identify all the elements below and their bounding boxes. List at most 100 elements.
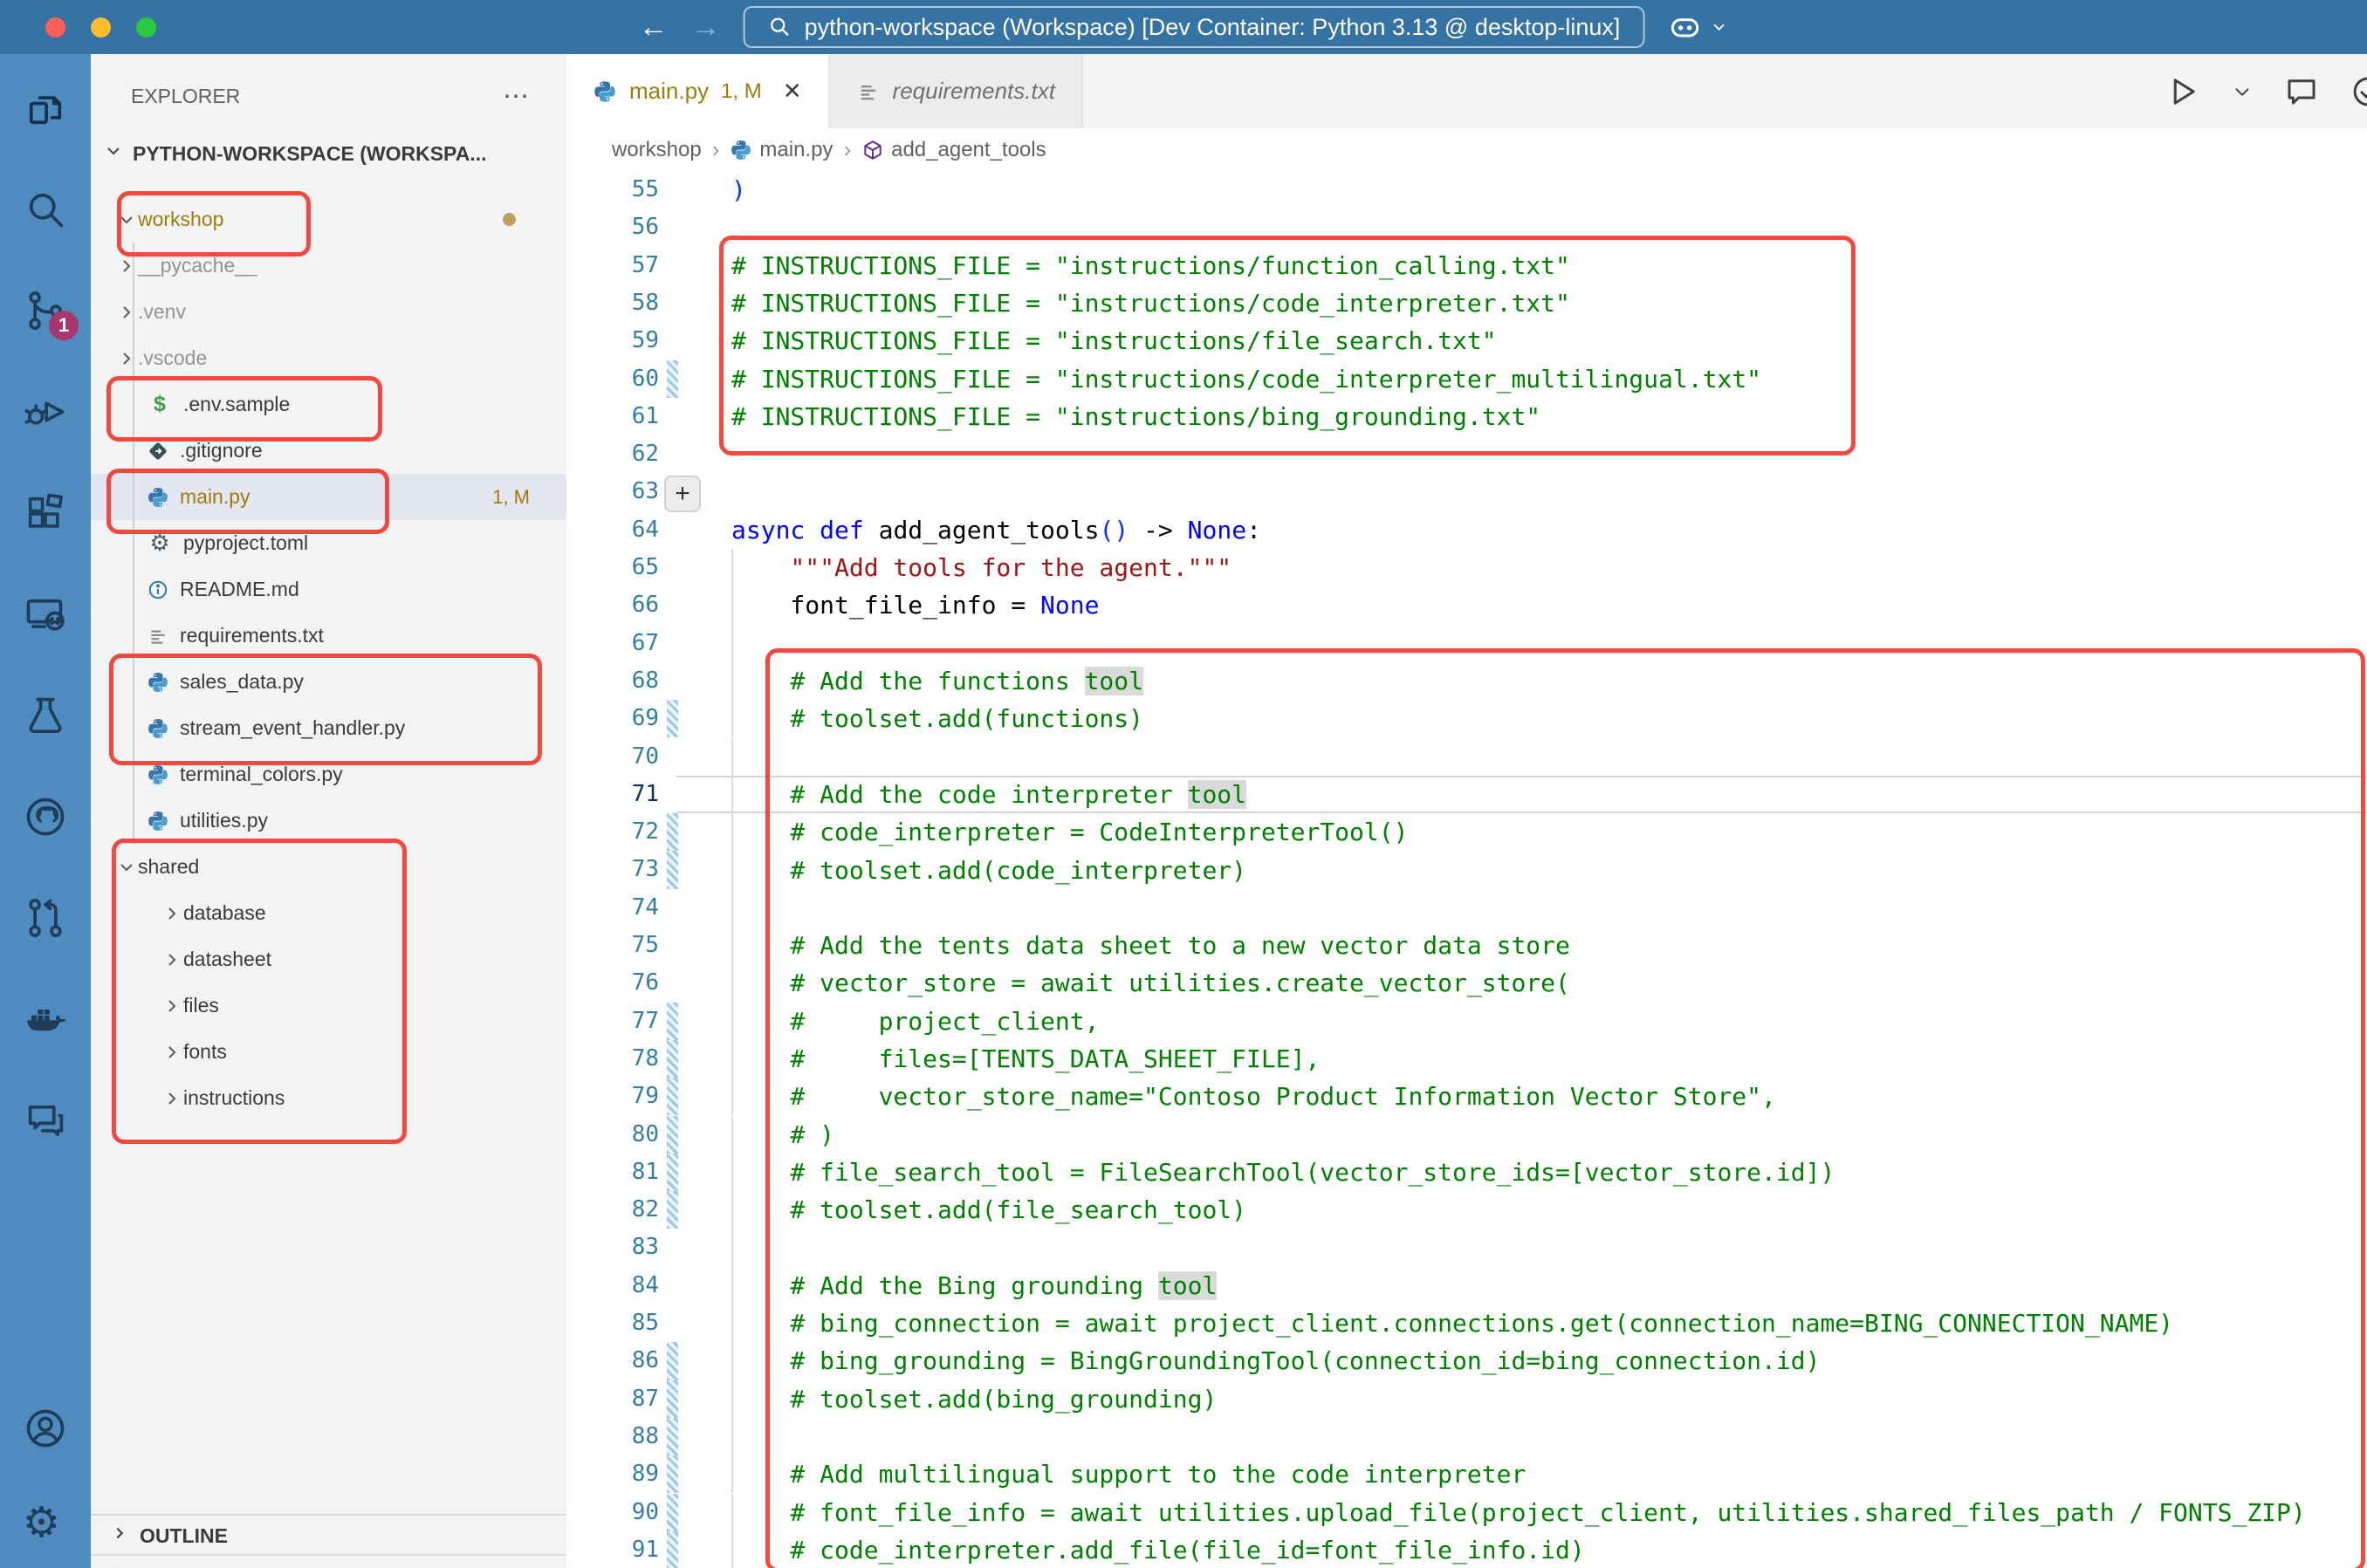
code-line-77[interactable]: 77 # project_client, (566, 1003, 2367, 1040)
code-line-91[interactable]: 91 # code_interpreter.add_file(file_id=f… (566, 1531, 2367, 1568)
file-row-sales_data.py[interactable]: sales_data.py (91, 659, 566, 705)
file-row-workshop[interactable]: workshop (91, 196, 566, 243)
activity-run-debug-icon[interactable] (23, 389, 68, 435)
chevron-right-icon (110, 1564, 129, 1568)
file-label: pyproject.toml (183, 531, 308, 555)
outline-section-header[interactable]: OUTLINE (91, 1514, 566, 1556)
chevron-right-icon (161, 949, 183, 970)
file-row-datasheet[interactable]: datasheet (91, 936, 566, 983)
code-line-57[interactable]: 57# INSTRUCTIONS_FILE = "instructions/fu… (566, 247, 2367, 284)
code-line-65[interactable]: 65 """Add tools for the agent.""" (566, 549, 2367, 586)
run-button[interactable] (2165, 73, 2201, 110)
code-line-62[interactable]: 62 (566, 435, 2367, 473)
activity-account-icon[interactable] (23, 1406, 68, 1451)
file-row-main.py[interactable]: main.py1, M (91, 474, 566, 520)
code-text: # vector_store_name="Contoso Product Inf… (731, 1078, 1776, 1115)
check-button[interactable] (2350, 73, 2367, 110)
code-line-88[interactable]: 88 (566, 1418, 2367, 1455)
copilot-menu[interactable] (1667, 10, 1728, 45)
file-label: database (183, 901, 266, 925)
code-line-72[interactable]: 72 # code_interpreter = CodeInterpreterT… (566, 813, 2367, 851)
code-text: # INSTRUCTIONS_FILE = "instructions/code… (731, 284, 1570, 322)
minimize-window-button[interactable] (91, 17, 111, 38)
code-line-83[interactable]: 83 (566, 1229, 2367, 1266)
file-row-__pycache__[interactable]: __pycache__ (91, 243, 566, 289)
file-row-requirements.txt[interactable]: requirements.txt (91, 613, 566, 659)
close-icon[interactable]: ✕ (783, 78, 802, 105)
breadcrumb-item-main.py[interactable]: main.py (730, 138, 833, 162)
code-line-79[interactable]: 79 # vector_store_name="Contoso Product … (566, 1078, 2367, 1115)
activity-remote-explorer-icon[interactable] (23, 592, 68, 637)
code-line-82[interactable]: 82 # toolset.add(file_search_tool) (566, 1191, 2367, 1229)
code-line-86[interactable]: 86 # bing_grounding = BingGroundingTool(… (566, 1342, 2367, 1380)
activity-source-control-icon[interactable]: 1 (23, 288, 68, 333)
code-line-69[interactable]: 69 # toolset.add(functions) (566, 700, 2367, 737)
activity-testing-icon[interactable] (23, 693, 68, 738)
file-row-.vscode[interactable]: .vscode (91, 335, 566, 381)
close-window-button[interactable] (45, 17, 65, 38)
run-dropdown-button[interactable] (2231, 80, 2254, 103)
back-button[interactable]: ← (639, 0, 669, 54)
file-row-database[interactable]: database (91, 890, 566, 936)
tab-main.py[interactable]: main.py1, M✕ (566, 54, 830, 128)
code-line-56[interactable]: 56 (566, 209, 2367, 246)
code-line-74[interactable]: 74 (566, 889, 2367, 927)
activity-explorer-icon[interactable] (23, 86, 68, 131)
file-row-stream_event_handler.py[interactable]: stream_event_handler.py (91, 705, 566, 751)
file-row-fonts[interactable]: fonts (91, 1029, 566, 1075)
forward-button[interactable]: → (691, 0, 721, 54)
breadcrumb-item-add_agent_tools[interactable]: add_agent_tools (861, 138, 1046, 162)
code-line-60[interactable]: 60# INSTRUCTIONS_FILE = "instructions/co… (566, 360, 2367, 398)
file-row-.venv[interactable]: .venv (91, 289, 566, 335)
code-line-76[interactable]: 76 # vector_store = await utilities.crea… (566, 964, 2367, 1002)
activity-docker-icon[interactable] (23, 996, 68, 1042)
code-line-64[interactable]: 64async def add_agent_tools() -> None: (566, 511, 2367, 549)
line-number: 81 (566, 1154, 659, 1191)
code-line-87[interactable]: 87 # toolset.add(bing_grounding) (566, 1380, 2367, 1418)
file-row-.env.sample[interactable]: $.env.sample (91, 381, 566, 428)
activity-search-icon[interactable] (23, 187, 68, 232)
activity-github-icon[interactable] (23, 794, 68, 839)
command-center-search[interactable]: python-workspace (Workspace) [Dev Contai… (744, 6, 1645, 48)
code-line-63[interactable]: 63+ (566, 473, 2367, 510)
file-row-pyproject.toml[interactable]: ⚙pyproject.toml (91, 520, 566, 566)
inline-add-button[interactable]: + (664, 476, 701, 512)
code-editor[interactable]: 55)5657# INSTRUCTIONS_FILE = "instructio… (566, 171, 2367, 1568)
code-line-80[interactable]: 80 # ) (566, 1116, 2367, 1154)
code-line-68[interactable]: 68 # Add the functions tool (566, 662, 2367, 700)
zoom-window-button[interactable] (136, 17, 156, 38)
timeline-section-header[interactable]: TIMELINE (91, 1554, 566, 1568)
code-line-84[interactable]: 84 # Add the Bing grounding tool (566, 1267, 2367, 1304)
code-line-58[interactable]: 58# INSTRUCTIONS_FILE = "instructions/co… (566, 284, 2367, 322)
open-comment-button[interactable] (2283, 73, 2320, 110)
code-line-55[interactable]: 55) (566, 171, 2367, 209)
workspace-header[interactable]: PYTHON-WORKSPACE (WORKSPA... (91, 134, 566, 173)
code-line-89[interactable]: 89 # Add multilingual support to the cod… (566, 1455, 2367, 1493)
code-line-78[interactable]: 78 # files=[TENTS_DATA_SHEET_FILE], (566, 1040, 2367, 1078)
code-line-67[interactable]: 67 (566, 625, 2367, 662)
code-line-73[interactable]: 73 # toolset.add(code_interpreter) (566, 851, 2367, 888)
file-row-files[interactable]: files (91, 983, 566, 1029)
activity-extensions-icon[interactable] (23, 490, 68, 536)
file-row-README.md[interactable]: README.md (91, 566, 566, 613)
breadcrumb-item-workshop[interactable]: workshop (612, 138, 702, 162)
file-row-utilities.py[interactable]: utilities.py (91, 798, 566, 844)
code-line-75[interactable]: 75 # Add the tents data sheet to a new v… (566, 927, 2367, 964)
code-line-70[interactable]: 70 (566, 738, 2367, 776)
code-line-59[interactable]: 59# INSTRUCTIONS_FILE = "instructions/fi… (566, 322, 2367, 359)
code-line-81[interactable]: 81 # file_search_tool = FileSearchTool(v… (566, 1154, 2367, 1191)
code-line-61[interactable]: 61# INSTRUCTIONS_FILE = "instructions/bi… (566, 398, 2367, 435)
activity-settings-icon[interactable]: ⚙ (23, 1500, 68, 1545)
tab-requirements.txt[interactable]: requirements.txt (830, 54, 1083, 128)
code-line-90[interactable]: 90 # font_file_info = await utilities.up… (566, 1494, 2367, 1531)
code-line-71[interactable]: 71 # Add the code interpreter tool (566, 776, 2367, 813)
file-row-terminal_colors.py[interactable]: terminal_colors.py (91, 751, 566, 798)
more-actions-icon[interactable]: ⋯ (503, 81, 532, 112)
activity-comments-icon[interactable] (23, 1098, 68, 1143)
code-line-85[interactable]: 85 # bing_connection = await project_cli… (566, 1304, 2367, 1342)
activity-pull-requests-icon[interactable] (23, 895, 68, 941)
file-row-.gitignore[interactable]: .gitignore (91, 428, 566, 474)
code-line-66[interactable]: 66 font_file_info = None (566, 586, 2367, 624)
file-row-instructions[interactable]: instructions (91, 1075, 566, 1121)
file-row-shared[interactable]: shared (91, 844, 566, 890)
